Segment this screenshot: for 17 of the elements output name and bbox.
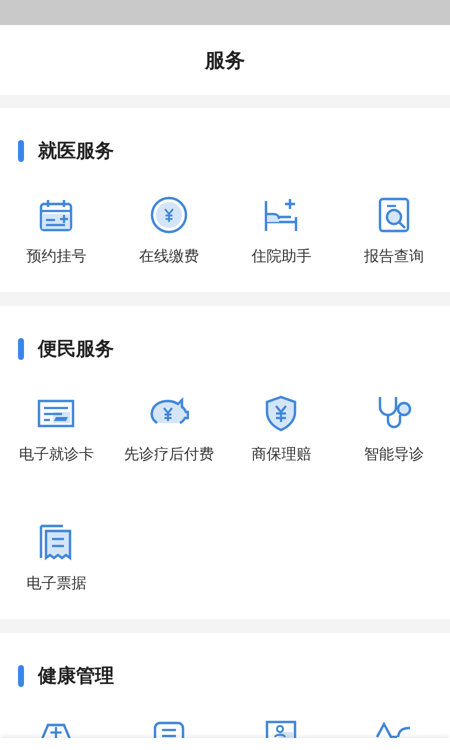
service-label[interactable]: 住院助手: [251, 246, 312, 266]
page-title: 服务: [205, 46, 245, 74]
service-label[interactable]: 商保理赔: [251, 444, 312, 464]
accent-bar: [18, 665, 24, 687]
service-label[interactable]: 先诊疗后付费: [124, 444, 214, 464]
accent-bar: [18, 338, 24, 360]
service-label[interactable]: 智能导诊: [364, 444, 424, 464]
yen-coin-icon[interactable]: [148, 195, 189, 235]
section-title: 就医服务: [38, 139, 114, 164]
service-label[interactable]: 在线缴费: [138, 246, 199, 266]
service-label[interactable]: 电子票据: [26, 573, 86, 593]
section-title: 便民服务: [38, 337, 114, 362]
section-title: 健康管理: [38, 664, 114, 689]
service-label[interactable]: 电子就诊卡: [18, 444, 94, 464]
accent-bar: [18, 140, 24, 162]
service-label[interactable]: 预约挂号: [26, 246, 86, 266]
service-label[interactable]: 报告查询: [364, 246, 424, 266]
